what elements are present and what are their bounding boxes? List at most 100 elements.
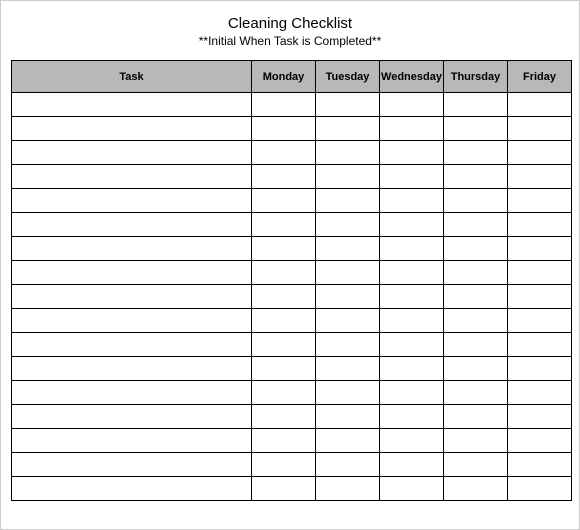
table-cell [380,189,444,213]
table-body [12,93,572,501]
table-cell [508,165,572,189]
table-cell [444,141,508,165]
table-cell [444,453,508,477]
table-cell [316,429,380,453]
table-cell [444,285,508,309]
checklist-table: Task Monday Tuesday Wednesday Thursday F… [11,60,572,501]
table-cell [508,117,572,141]
table-cell [316,477,380,501]
table-cell [508,453,572,477]
table-cell [380,165,444,189]
table-cell [316,93,380,117]
table-cell [12,165,252,189]
table-cell [444,357,508,381]
table-cell [508,261,572,285]
table-cell [508,381,572,405]
table-cell [316,285,380,309]
table-cell [380,477,444,501]
table-cell [508,477,572,501]
table-cell [380,213,444,237]
table-cell [508,309,572,333]
table-cell [444,381,508,405]
table-cell [316,405,380,429]
table-cell [316,141,380,165]
table-cell [252,429,316,453]
table-cell [252,165,316,189]
table-cell [12,477,252,501]
page-title: Cleaning Checklist [11,15,569,32]
table-row [12,141,572,165]
table-cell [12,405,252,429]
table-cell [444,165,508,189]
table-cell [316,381,380,405]
table-row [12,285,572,309]
table-cell [444,189,508,213]
table-cell [12,141,252,165]
table-cell [252,357,316,381]
table-cell [252,261,316,285]
table-cell [316,189,380,213]
table-row [12,405,572,429]
table-cell [252,381,316,405]
table-row [12,189,572,213]
table-row [12,381,572,405]
table-cell [12,357,252,381]
table-cell [252,189,316,213]
table-cell [252,93,316,117]
table-row [12,261,572,285]
table-cell [508,333,572,357]
table-row [12,477,572,501]
table-cell [508,189,572,213]
table-cell [380,333,444,357]
table-cell [380,309,444,333]
table-cell [444,93,508,117]
table-cell [12,213,252,237]
table-cell [252,453,316,477]
table-cell [380,429,444,453]
table-cell [12,309,252,333]
table-row [12,117,572,141]
table-cell [444,237,508,261]
table-cell [380,453,444,477]
table-cell [380,117,444,141]
table-cell [252,309,316,333]
table-cell [380,141,444,165]
table-cell [252,405,316,429]
col-header-thursday: Thursday [444,61,508,93]
table-cell [444,429,508,453]
table-cell [12,237,252,261]
table-cell [12,429,252,453]
col-header-friday: Friday [508,61,572,93]
table-cell [316,261,380,285]
table-cell [380,405,444,429]
table-cell [252,477,316,501]
table-cell [316,165,380,189]
table-cell [444,333,508,357]
table-cell [444,213,508,237]
table-cell [316,357,380,381]
table-row [12,93,572,117]
checklist-page: Cleaning Checklist **Initial When Task i… [0,0,580,530]
table-cell [508,237,572,261]
header-row: Task Monday Tuesday Wednesday Thursday F… [12,61,572,93]
table-cell [508,405,572,429]
table-cell [12,333,252,357]
table-cell [444,405,508,429]
table-cell [316,309,380,333]
table-row [12,213,572,237]
table-cell [508,93,572,117]
table-cell [12,261,252,285]
table-cell [380,261,444,285]
table-row [12,333,572,357]
table-cell [252,213,316,237]
table-cell [508,285,572,309]
table-cell [444,309,508,333]
col-header-tuesday: Tuesday [316,61,380,93]
table-cell [508,429,572,453]
table-row [12,357,572,381]
table-cell [12,189,252,213]
table-cell [380,237,444,261]
table-cell [12,93,252,117]
table-cell [316,117,380,141]
table-cell [252,285,316,309]
